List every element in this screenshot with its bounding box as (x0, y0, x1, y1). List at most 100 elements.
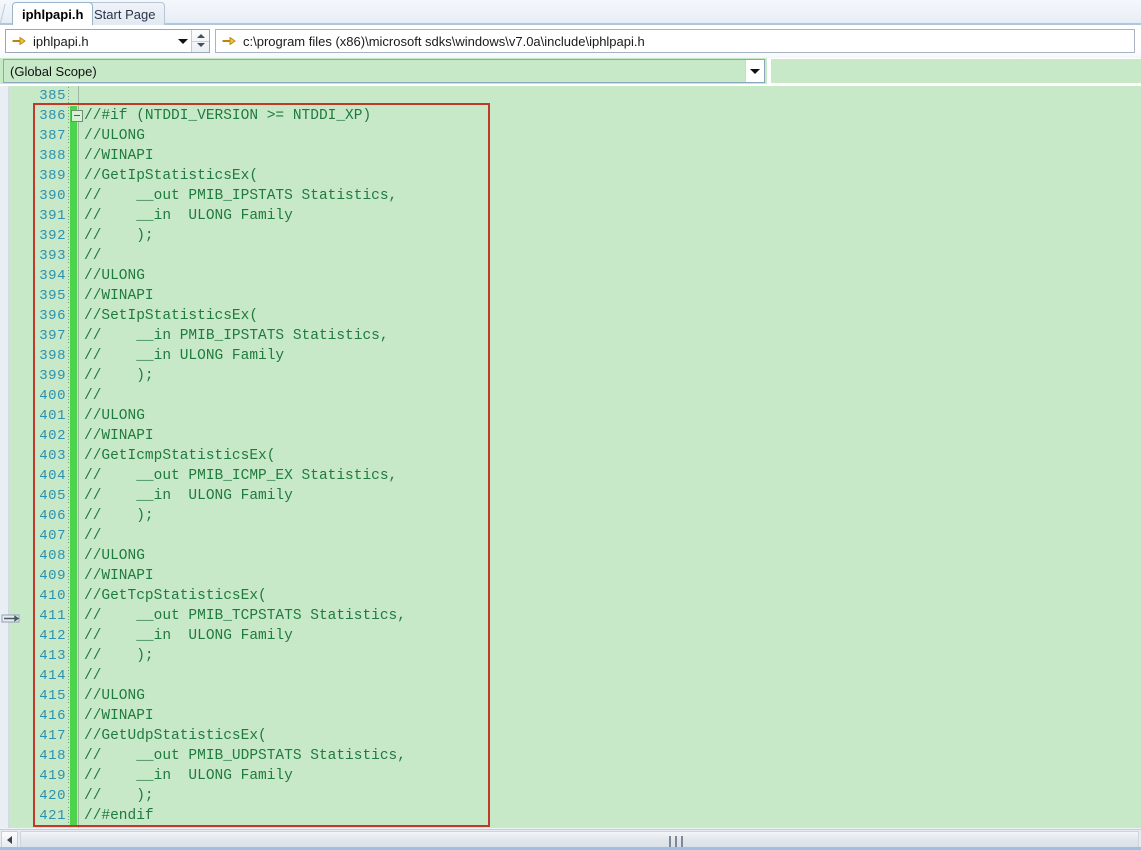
file-path-combo[interactable]: c:\program files (x86)\microsoft sdks\wi… (215, 29, 1135, 53)
code-line-text: // (84, 668, 102, 684)
code-line[interactable]: 403 //GetIcmpStatisticsEx( (0, 446, 1141, 466)
change-indicator-bar (70, 386, 77, 406)
code-line[interactable]: 401 //ULONG (0, 406, 1141, 426)
code-editor[interactable]: 385 386//#if (NTDDI_VERSION >= NTDDI_XP) 3… (0, 86, 1141, 828)
line-number-separator (68, 347, 69, 365)
code-line[interactable]: 397 // __in PMIB_IPSTATS Statistics, (0, 326, 1141, 346)
change-indicator-bar (70, 726, 77, 746)
code-line[interactable]: 405 // __in ULONG Family (0, 486, 1141, 506)
change-indicator-bar (70, 526, 77, 546)
line-number-separator (68, 587, 69, 605)
line-number: 418 (39, 748, 66, 764)
scope-selector-value: (Global Scope) (10, 63, 97, 79)
change-indicator-bar (70, 146, 77, 166)
change-indicator-bar (70, 426, 77, 446)
file-selector-combo[interactable]: iphlpapi.h (5, 29, 210, 53)
code-line[interactable]: 407 // (0, 526, 1141, 546)
spinner-updown-icon[interactable] (191, 30, 209, 52)
code-line[interactable]: 414 // (0, 666, 1141, 686)
grip-icon[interactable] (669, 836, 683, 847)
code-line-text: // __out PMIB_ICMP_EX Statistics, (84, 468, 398, 484)
code-line-text: //ULONG (84, 128, 145, 144)
code-line-text: //GetTcpStatisticsEx( (84, 588, 267, 604)
line-number-separator (68, 547, 69, 565)
line-number-separator (68, 667, 69, 685)
code-line[interactable]: 393 // (0, 246, 1141, 266)
code-line-text: // (84, 248, 102, 264)
scope-selector-combo[interactable]: (Global Scope) (3, 59, 765, 83)
code-line[interactable]: 409 //WINAPI (0, 566, 1141, 586)
code-line[interactable]: 388 //WINAPI (0, 146, 1141, 166)
code-line[interactable]: 396 //SetIpStatisticsEx( (0, 306, 1141, 326)
line-number-separator (68, 627, 69, 645)
change-indicator-bar (70, 606, 77, 626)
line-number: 397 (39, 328, 66, 344)
line-number-separator (68, 327, 69, 345)
change-indicator-bar (70, 506, 77, 526)
line-number-separator (68, 487, 69, 505)
code-line[interactable]: 385 (0, 86, 1141, 106)
change-indicator-bar (70, 206, 77, 226)
code-line-text: //ULONG (84, 268, 145, 284)
line-number: 409 (39, 568, 66, 584)
code-line[interactable]: 386 //#if (NTDDI_VERSION >= NTDDI_XP) (0, 106, 1141, 126)
code-line[interactable]: 420 // ); (0, 786, 1141, 806)
code-line[interactable]: 406 // ); (0, 506, 1141, 526)
arrow-left-icon[interactable] (1, 831, 18, 848)
code-line[interactable]: 417 //GetUdpStatisticsEx( (0, 726, 1141, 746)
document-tab-strip: iphlpapi.h Start Page (0, 0, 1141, 25)
code-line[interactable]: 421 //#endif (0, 806, 1141, 826)
change-indicator-bar (70, 626, 77, 646)
code-line-text: // ); (84, 228, 154, 244)
splitter-handle-icon[interactable] (1, 611, 21, 627)
change-indicator-bar (70, 646, 77, 666)
code-line[interactable]: 408 //ULONG (0, 546, 1141, 566)
change-indicator-bar (70, 286, 77, 306)
code-line[interactable]: 402 //WINAPI (0, 426, 1141, 446)
code-line[interactable]: 415 //ULONG (0, 686, 1141, 706)
code-line[interactable]: 418 // __out PMIB_UDPSTATS Statistics, (0, 746, 1141, 766)
code-line[interactable]: 416 //WINAPI (0, 706, 1141, 726)
tab-iphlpapi-h[interactable]: iphlpapi.h (12, 2, 94, 25)
spinner-down-arrow[interactable] (197, 43, 205, 47)
document-arrow-icon (10, 32, 28, 50)
code-line[interactable]: 400 // (0, 386, 1141, 406)
change-indicator-bar (70, 346, 77, 366)
spinner-divider (192, 41, 209, 42)
code-line-text: //#if (NTDDI_VERSION >= NTDDI_XP) (84, 108, 372, 124)
spinner-up-arrow[interactable] (197, 34, 205, 38)
scope-bar-filler (767, 58, 1141, 84)
code-line[interactable]: 391 // __in ULONG Family (0, 206, 1141, 226)
line-number: 413 (39, 648, 66, 664)
chevron-down-icon[interactable] (745, 60, 764, 82)
code-line[interactable]: 394 //ULONG (0, 266, 1141, 286)
collapse-region-icon[interactable] (71, 110, 83, 122)
code-line[interactable]: 387 //ULONG (0, 126, 1141, 146)
code-line[interactable]: 392 // ); (0, 226, 1141, 246)
tab-start-page[interactable]: Start Page (84, 2, 166, 25)
code-line-text: //WINAPI (84, 568, 154, 584)
horizontal-scrollbar[interactable] (0, 829, 1141, 849)
code-lines-container[interactable]: 385 386//#if (NTDDI_VERSION >= NTDDI_XP) 3… (0, 86, 1141, 828)
code-line[interactable]: 413 // ); (0, 646, 1141, 666)
horizontal-scrollbar-track[interactable] (20, 831, 1139, 848)
line-number-separator (68, 687, 69, 705)
change-indicator-bar (70, 326, 77, 346)
code-line[interactable]: 404 // __out PMIB_ICMP_EX Statistics, (0, 466, 1141, 486)
code-line[interactable]: 419 // __in ULONG Family (0, 766, 1141, 786)
code-line[interactable]: 411// __out PMIB_TCPSTATS Statistics, (0, 606, 1141, 626)
code-line[interactable]: 398 // __in ULONG Family (0, 346, 1141, 366)
chevron-down-icon[interactable] (174, 30, 191, 52)
code-line[interactable]: 412 // __in ULONG Family (0, 626, 1141, 646)
line-number: 386 (39, 108, 66, 124)
code-line-text: // __in ULONG Family (84, 348, 285, 364)
code-line[interactable]: 410 //GetTcpStatisticsEx( (0, 586, 1141, 606)
line-number-separator (68, 267, 69, 285)
code-line[interactable]: 390 // __out PMIB_IPSTATS Statistics, (0, 186, 1141, 206)
code-line[interactable]: 395 //WINAPI (0, 286, 1141, 306)
change-indicator-bar (70, 186, 77, 206)
change-indicator-bar (70, 786, 77, 806)
line-number: 416 (39, 708, 66, 724)
code-line[interactable]: 389 //GetIpStatisticsEx( (0, 166, 1141, 186)
code-line[interactable]: 399 // ); (0, 366, 1141, 386)
